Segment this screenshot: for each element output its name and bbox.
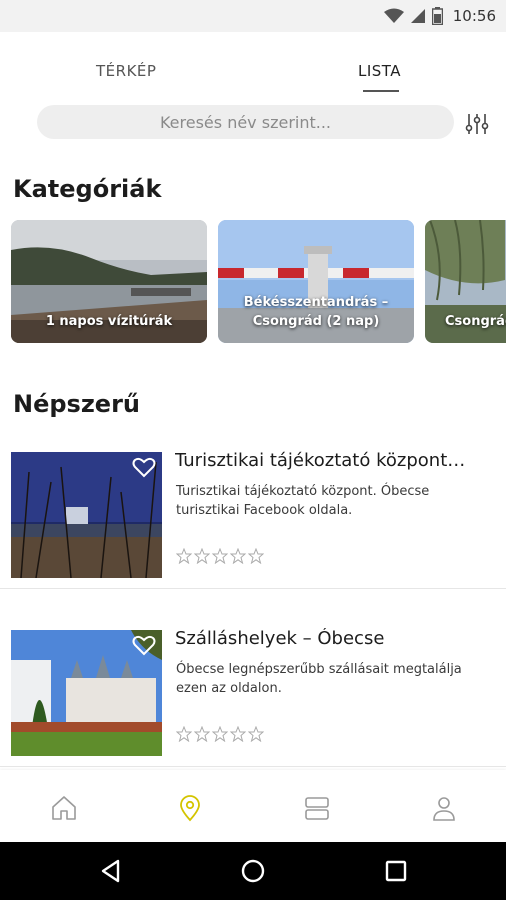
rating-stars[interactable]: [176, 726, 264, 742]
star-icon[interactable]: [212, 726, 228, 742]
star-icon[interactable]: [194, 726, 210, 742]
category-label: Békésszentandrás – Csongrád (2 nap): [243, 295, 389, 329]
category-card[interactable]: Csongrád: [425, 220, 506, 343]
item-title: Turisztikai tájékoztató központ…: [175, 450, 466, 471]
back-icon[interactable]: [98, 858, 124, 884]
star-icon[interactable]: [230, 548, 246, 564]
star-icon[interactable]: [176, 726, 192, 742]
search-input[interactable]: Keresés név szerint...: [37, 105, 454, 139]
star-icon[interactable]: [176, 548, 192, 564]
item-description: Turisztikai tájékoztató központ. Óbecse …: [176, 484, 430, 518]
map-pin-icon[interactable]: [176, 794, 204, 822]
bottom-navigation: [0, 770, 506, 842]
home-icon[interactable]: [50, 794, 78, 822]
status-icons: 10:56: [383, 5, 496, 27]
item-title: Szálláshelyek – Óbecse: [175, 628, 385, 649]
tab-list[interactable]: LISTA: [358, 62, 401, 80]
list-item[interactable]: Turisztikai tájékoztató központ… Turiszt…: [0, 438, 506, 598]
home-circle-icon[interactable]: [240, 858, 266, 884]
cards-icon[interactable]: [303, 794, 331, 822]
category-label: Csongrád: [445, 314, 506, 329]
filter-sliders-icon[interactable]: [464, 112, 490, 136]
view-tabs: TÉRKÉP LISTA: [0, 32, 506, 100]
star-icon[interactable]: [230, 726, 246, 742]
item-description: Óbecse legnépszerűbb szállásait megtalál…: [176, 662, 462, 696]
signal-icon: [410, 9, 425, 23]
status-time: 10:56: [452, 7, 496, 25]
battery-icon: [431, 7, 443, 25]
list-divider: [0, 766, 506, 767]
active-tab-indicator: [363, 90, 399, 92]
popular-heading: Népszerű: [13, 390, 140, 418]
item-thumbnail: [11, 630, 162, 756]
star-icon[interactable]: [248, 726, 264, 742]
search-placeholder: Keresés név szerint...: [159, 112, 332, 132]
rating-stars[interactable]: [176, 548, 264, 564]
wifi-icon: [383, 8, 404, 23]
heart-icon[interactable]: [132, 634, 156, 656]
categories-carousel[interactable]: 1 napos vízitúrák Békésszentandrás – Cso…: [0, 220, 506, 344]
item-thumbnail: [11, 452, 162, 578]
category-card[interactable]: Békésszentandrás – Csongrád (2 nap): [218, 220, 414, 343]
heart-icon[interactable]: [132, 456, 156, 478]
recents-icon[interactable]: [383, 858, 409, 884]
profile-icon[interactable]: [430, 794, 458, 822]
status-bar: 10:56: [0, 0, 506, 32]
tab-map[interactable]: TÉRKÉP: [96, 62, 156, 80]
categories-heading: Kategóriák: [13, 175, 162, 203]
list-divider: [0, 588, 506, 589]
star-icon[interactable]: [248, 548, 264, 564]
system-navigation-bar: [0, 842, 506, 900]
list-item[interactable]: Szálláshelyek – Óbecse Óbecse legnépszer…: [0, 616, 506, 776]
category-card[interactable]: 1 napos vízitúrák: [11, 220, 207, 343]
star-icon[interactable]: [194, 548, 210, 564]
category-label: 1 napos vízitúrák: [45, 314, 173, 329]
star-icon[interactable]: [212, 548, 228, 564]
